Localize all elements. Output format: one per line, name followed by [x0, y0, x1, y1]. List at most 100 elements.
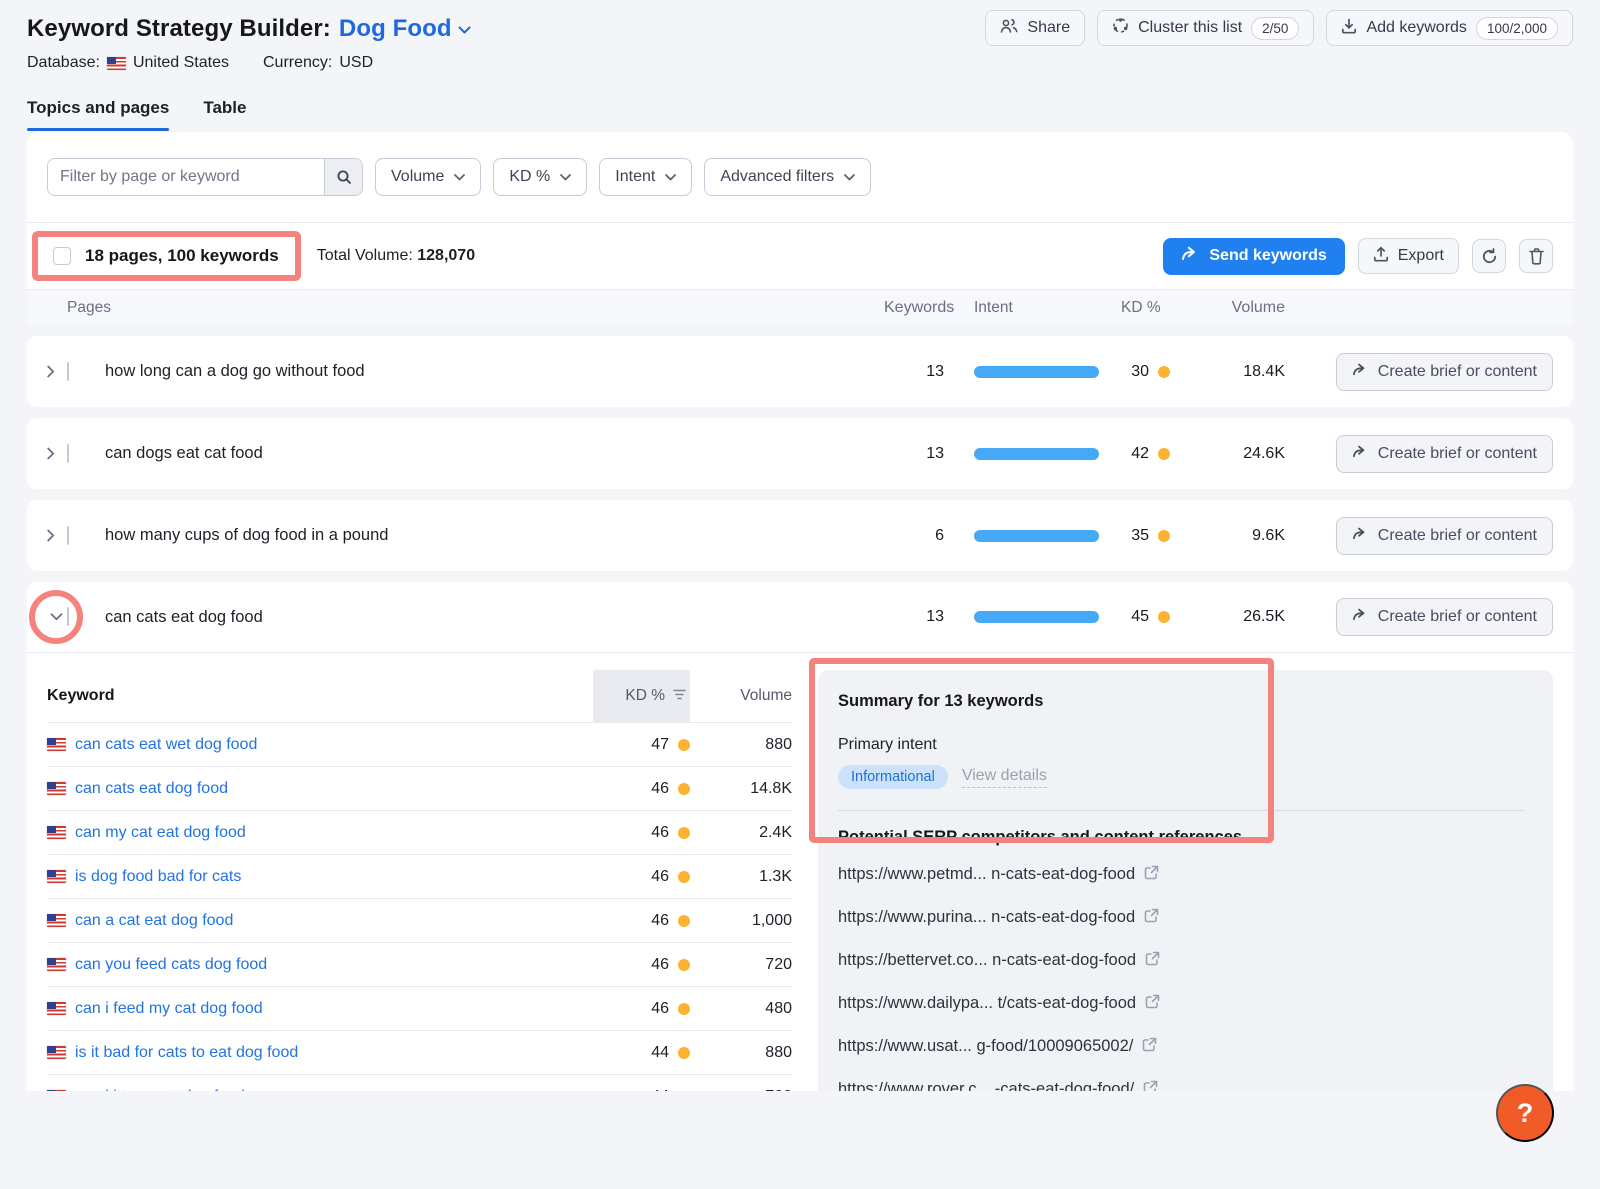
column-volume: Volume: [1201, 299, 1285, 317]
send-arrow-icon: [1352, 363, 1368, 381]
intent-badge[interactable]: Informational: [838, 765, 948, 789]
table-row: can dogs eat cat food 13 42 24.6K Create…: [27, 418, 1573, 489]
download-icon: [1341, 18, 1357, 39]
serp-url-text: https://bettervet.co... n-cats-eat-dog-f…: [838, 951, 1136, 970]
row-checkbox[interactable]: [67, 362, 69, 381]
tab-bar: Topics and pages Table: [27, 98, 1573, 131]
external-link-icon[interactable]: [1143, 1080, 1158, 1092]
external-link-icon[interactable]: [1142, 1037, 1157, 1057]
delete-icon[interactable]: [1519, 239, 1553, 273]
send-keywords-button[interactable]: Send keywords: [1163, 238, 1344, 275]
volume-filter-dropdown[interactable]: Volume: [375, 158, 481, 196]
kd-dot: [678, 739, 690, 751]
keyword-link[interactable]: can cats eat dog food: [75, 780, 228, 798]
expanded-page-card: can cats eat dog food 13 45 26.5K Create…: [27, 582, 1573, 1091]
page-title-cell[interactable]: how many cups of dog food in a pound: [105, 526, 884, 545]
serp-url-item: https://www.dailypa... t/cats-eat-dog-fo…: [838, 982, 1533, 1025]
search-icon[interactable]: [324, 159, 362, 195]
kd-filter-dropdown[interactable]: KD %: [493, 158, 587, 196]
chevron-right-icon[interactable]: [47, 365, 67, 378]
keyword-row: can kittens eat dog food 44 720: [47, 1074, 792, 1091]
kd-dot: [1158, 611, 1170, 623]
keyword-link[interactable]: is it bad for cats to eat dog food: [75, 1044, 298, 1062]
volume-value: 1.3K: [690, 868, 792, 886]
chevron-down-icon[interactable]: [47, 613, 67, 621]
serp-url-text: https://www.purina... n-cats-eat-dog-foo…: [838, 908, 1135, 927]
kd-dot: [678, 915, 690, 927]
total-volume: Total Volume: 128,070: [317, 247, 475, 265]
column-pages: Pages: [67, 299, 884, 317]
create-brief-button[interactable]: Create brief or content: [1336, 517, 1553, 555]
table-row: how many cups of dog food in a pound 6 3…: [27, 500, 1573, 571]
intent-filter-dropdown[interactable]: Intent: [599, 158, 692, 196]
tab-table[interactable]: Table: [203, 98, 246, 131]
row-checkbox[interactable]: [67, 526, 69, 545]
export-button[interactable]: Export: [1358, 238, 1459, 274]
create-brief-button[interactable]: Create brief or content: [1336, 598, 1553, 636]
volume-value: 2.4K: [690, 824, 792, 842]
share-label: Share: [1027, 19, 1070, 37]
select-all-checkbox[interactable]: [53, 247, 71, 265]
chevron-right-icon[interactable]: [47, 447, 67, 460]
page-title-cell[interactable]: can cats eat dog food: [105, 608, 884, 627]
external-link-icon[interactable]: [1145, 994, 1160, 1014]
keyword-row: can i feed my cat dog food 46 480: [47, 986, 792, 1030]
volume-value: 14.8K: [690, 780, 792, 798]
external-link-icon[interactable]: [1144, 908, 1159, 928]
table-row: can cats eat dog food 13 45 26.5K Create…: [27, 582, 1573, 653]
us-flag-icon: [107, 57, 126, 70]
advanced-filters-dropdown[interactable]: Advanced filters: [704, 158, 871, 196]
external-link-icon[interactable]: [1145, 951, 1160, 971]
cluster-list-button[interactable]: Cluster this list 2/50: [1097, 10, 1314, 46]
keywords-count-badge: 100/2,000: [1476, 17, 1558, 40]
page-title-cell[interactable]: how long can a dog go without food: [105, 362, 884, 381]
add-keywords-button[interactable]: Add keywords 100/2,000: [1326, 10, 1573, 46]
kd-value: 47: [643, 736, 669, 754]
keyword-link[interactable]: can i feed my cat dog food: [75, 1000, 263, 1018]
chevron-down-icon[interactable]: [458, 13, 471, 41]
create-brief-button[interactable]: Create brief or content: [1336, 435, 1553, 473]
chevron-right-icon[interactable]: [47, 529, 67, 542]
list-name[interactable]: Dog Food: [339, 15, 452, 42]
view-details-link[interactable]: View details: [962, 767, 1047, 788]
share-button[interactable]: Share: [985, 10, 1085, 46]
serp-url-item: https://www.purina... n-cats-eat-dog-foo…: [838, 896, 1533, 939]
volume-value: 26.5K: [1201, 608, 1285, 626]
serp-url-text: https://www.rover.c... -cats-eat-dog-foo…: [838, 1080, 1134, 1091]
search-input[interactable]: [48, 159, 324, 195]
volume-value: 480: [690, 1000, 792, 1018]
keywords-count: 13: [884, 363, 944, 381]
keyword-link[interactable]: can a cat eat dog food: [75, 912, 233, 930]
keyword-link[interactable]: can my cat eat dog food: [75, 824, 246, 842]
refresh-icon[interactable]: [1472, 239, 1506, 273]
help-button[interactable]: ?: [1496, 1084, 1554, 1142]
cluster-label: Cluster this list: [1138, 19, 1242, 37]
kd-value: 46: [643, 912, 669, 930]
keyword-row: can you feed cats dog food 46 720: [47, 942, 792, 986]
serp-url-item: https://www.usat... g-food/10009065002/: [838, 1025, 1533, 1068]
tab-topics-and-pages[interactable]: Topics and pages: [27, 98, 169, 131]
kd-dot: [678, 1091, 690, 1092]
keyword-link[interactable]: can you feed cats dog food: [75, 956, 267, 974]
kd-value: 46: [643, 956, 669, 974]
kd-value: 44: [643, 1088, 669, 1092]
create-brief-button[interactable]: Create brief or content: [1336, 353, 1553, 391]
row-checkbox[interactable]: [67, 444, 69, 463]
app-header: Keyword Strategy Builder:Dog Food Share …: [27, 0, 1573, 46]
keyword-row: can cats eat dog food 46 14.8K: [47, 766, 792, 810]
external-link-icon[interactable]: [1144, 865, 1159, 885]
keyword-link[interactable]: can kittens eat dog food: [75, 1088, 245, 1092]
page-title-cell[interactable]: can dogs eat cat food: [105, 444, 884, 463]
keyword-link[interactable]: can cats eat wet dog food: [75, 736, 257, 754]
keyword-link[interactable]: is dog food bad for cats: [75, 868, 241, 886]
volume-value: 720: [690, 956, 792, 974]
cluster-count-badge: 2/50: [1251, 17, 1299, 40]
kd-column-header-sorted[interactable]: KD %: [593, 670, 690, 722]
keyword-row: is dog food bad for cats 46 1.3K: [47, 854, 792, 898]
row-checkbox[interactable]: [67, 607, 69, 626]
volume-column-header[interactable]: Volume: [690, 687, 792, 705]
filter-search: [47, 158, 363, 196]
intent-bar: [974, 530, 1099, 542]
serp-url-item: https://www.petmd... n-cats-eat-dog-food: [838, 853, 1533, 896]
intent-bar: [974, 448, 1099, 460]
